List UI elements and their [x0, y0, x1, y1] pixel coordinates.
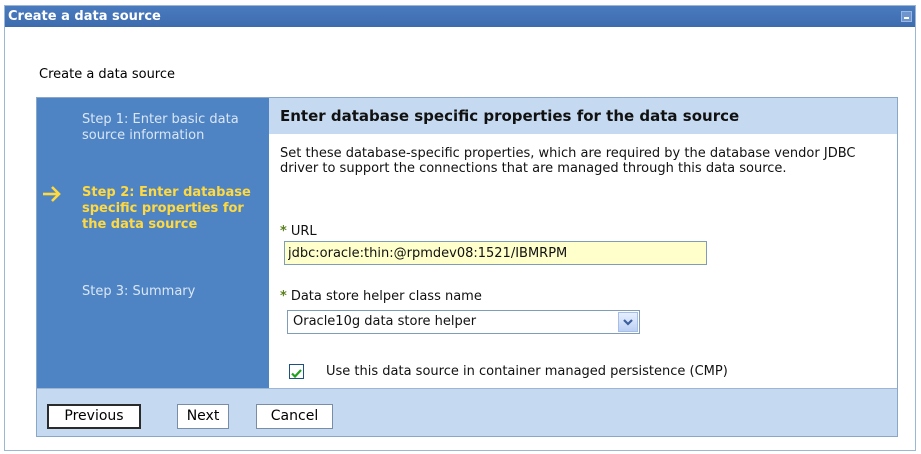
helper-class-value: Oracle10g data store helper [293, 314, 477, 329]
required-marker: * [280, 224, 287, 239]
helper-label-text: Data store helper class name [290, 289, 482, 304]
next-button[interactable]: Next [177, 404, 229, 429]
description-text: Set these database-specific properties, … [280, 146, 856, 176]
dropdown-button[interactable] [618, 312, 638, 332]
url-label: * URL [280, 224, 317, 239]
panel-title: Create a data source [8, 9, 161, 24]
minimize-icon[interactable] [901, 11, 912, 22]
checkmark-icon [291, 369, 302, 379]
helper-label: * Data store helper class name [280, 289, 482, 304]
previous-button[interactable]: Previous [47, 404, 141, 429]
wizard-heading: Create a data source [39, 67, 176, 82]
url-label-text: URL [290, 224, 317, 239]
step-1[interactable]: Step 1: Enter basic data source informat… [82, 112, 257, 144]
helper-class-select[interactable]: Oracle10g data store helper [287, 310, 640, 334]
wizard-content: Enter database specific properties for t… [269, 98, 897, 388]
create-data-source-panel: Create a data source Create a data sourc… [4, 5, 916, 451]
step-3[interactable]: Step 3: Summary [82, 284, 257, 300]
cmp-label: Use this data source in container manage… [326, 364, 728, 379]
chevron-down-icon [623, 319, 633, 326]
step-2-current: Step 2: Enter database specific properti… [82, 185, 251, 232]
arrow-right-icon [43, 186, 61, 202]
wizard-steps: Step 1: Enter basic data source informat… [37, 98, 269, 388]
url-input[interactable] [284, 241, 707, 265]
cmp-checkbox[interactable] [289, 364, 304, 379]
content-header: Enter database specific properties for t… [269, 98, 897, 134]
wizard: Step 1: Enter basic data source informat… [36, 97, 898, 437]
button-bar: Previous Next Cancel [37, 388, 897, 436]
required-marker: * [280, 289, 287, 304]
cancel-button[interactable]: Cancel [256, 404, 333, 429]
panel-titlebar: Create a data source [5, 6, 915, 27]
